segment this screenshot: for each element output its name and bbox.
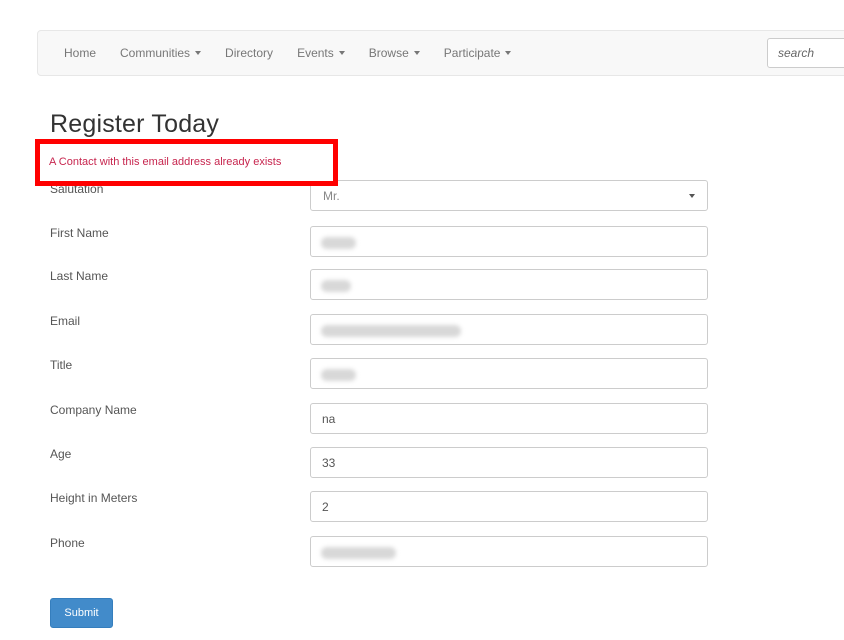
nav-home-label: Home bbox=[64, 46, 97, 60]
nav-menu: Home Communities Directory Events Browse… bbox=[64, 31, 535, 75]
last-name-label: Last Name bbox=[50, 269, 109, 283]
first-name-field[interactable] bbox=[310, 226, 708, 257]
nav-participate-label: Participate bbox=[443, 46, 501, 60]
redacted-value bbox=[321, 547, 396, 559]
redacted-value bbox=[321, 369, 356, 381]
title-field[interactable] bbox=[310, 358, 708, 389]
email-label: Email bbox=[50, 314, 81, 328]
salutation-value: Mr. bbox=[323, 189, 340, 203]
email-field[interactable] bbox=[310, 314, 708, 345]
redacted-value bbox=[321, 280, 351, 292]
nav-communities[interactable]: Communities bbox=[120, 46, 202, 60]
nav-events[interactable]: Events bbox=[297, 46, 345, 60]
redacted-value bbox=[321, 325, 461, 337]
form-row-email: Email bbox=[50, 314, 710, 346]
nav-browse-label: Browse bbox=[368, 46, 409, 60]
nav-communities-label: Communities bbox=[120, 46, 191, 60]
form-row-last-name: Last Name bbox=[50, 269, 710, 301]
company-name-field[interactable] bbox=[310, 403, 708, 434]
redacted-value bbox=[321, 237, 356, 249]
nav-directory-label: Directory bbox=[225, 46, 274, 60]
caret-down-icon bbox=[195, 51, 202, 55]
form-row-title: Title bbox=[50, 358, 710, 390]
error-message: A Contact with this email address alread… bbox=[49, 156, 282, 168]
nav-home[interactable]: Home bbox=[64, 46, 96, 60]
form-row-salutation: Salutation Mr. bbox=[50, 180, 710, 214]
nav-browse[interactable]: Browse bbox=[369, 46, 420, 60]
phone-field[interactable] bbox=[310, 536, 708, 567]
phone-label: Phone bbox=[50, 536, 85, 550]
navbar: Home Communities Directory Events Browse… bbox=[37, 30, 844, 76]
last-name-field[interactable] bbox=[310, 269, 708, 300]
select-arrow-icon bbox=[689, 194, 695, 198]
form-row-age: Age bbox=[50, 447, 710, 479]
caret-down-icon bbox=[413, 51, 420, 55]
nav-events-label: Events bbox=[297, 46, 334, 60]
height-label: Height in Meters bbox=[50, 491, 138, 505]
error-highlight-box: A Contact with this email address alread… bbox=[35, 139, 338, 186]
age-label: Age bbox=[50, 447, 72, 461]
height-field[interactable] bbox=[310, 491, 708, 522]
nav-participate[interactable]: Participate bbox=[444, 46, 512, 60]
salutation-select[interactable]: Mr. bbox=[310, 180, 708, 211]
caret-down-icon bbox=[505, 51, 512, 55]
company-name-label: Company Name bbox=[50, 403, 137, 417]
form-row-phone: Phone bbox=[50, 536, 710, 568]
form-row-first-name: First Name bbox=[50, 226, 710, 258]
first-name-label: First Name bbox=[50, 226, 109, 240]
submit-button[interactable]: Submit bbox=[50, 598, 113, 628]
search-input[interactable] bbox=[767, 38, 844, 68]
caret-down-icon bbox=[338, 51, 345, 55]
title-label: Title bbox=[50, 358, 73, 372]
nav-directory[interactable]: Directory bbox=[225, 46, 273, 60]
page-title: Register Today bbox=[50, 110, 220, 138]
form-row-height: Height in Meters bbox=[50, 491, 710, 523]
form-row-company-name: Company Name bbox=[50, 403, 710, 435]
age-field[interactable] bbox=[310, 447, 708, 478]
